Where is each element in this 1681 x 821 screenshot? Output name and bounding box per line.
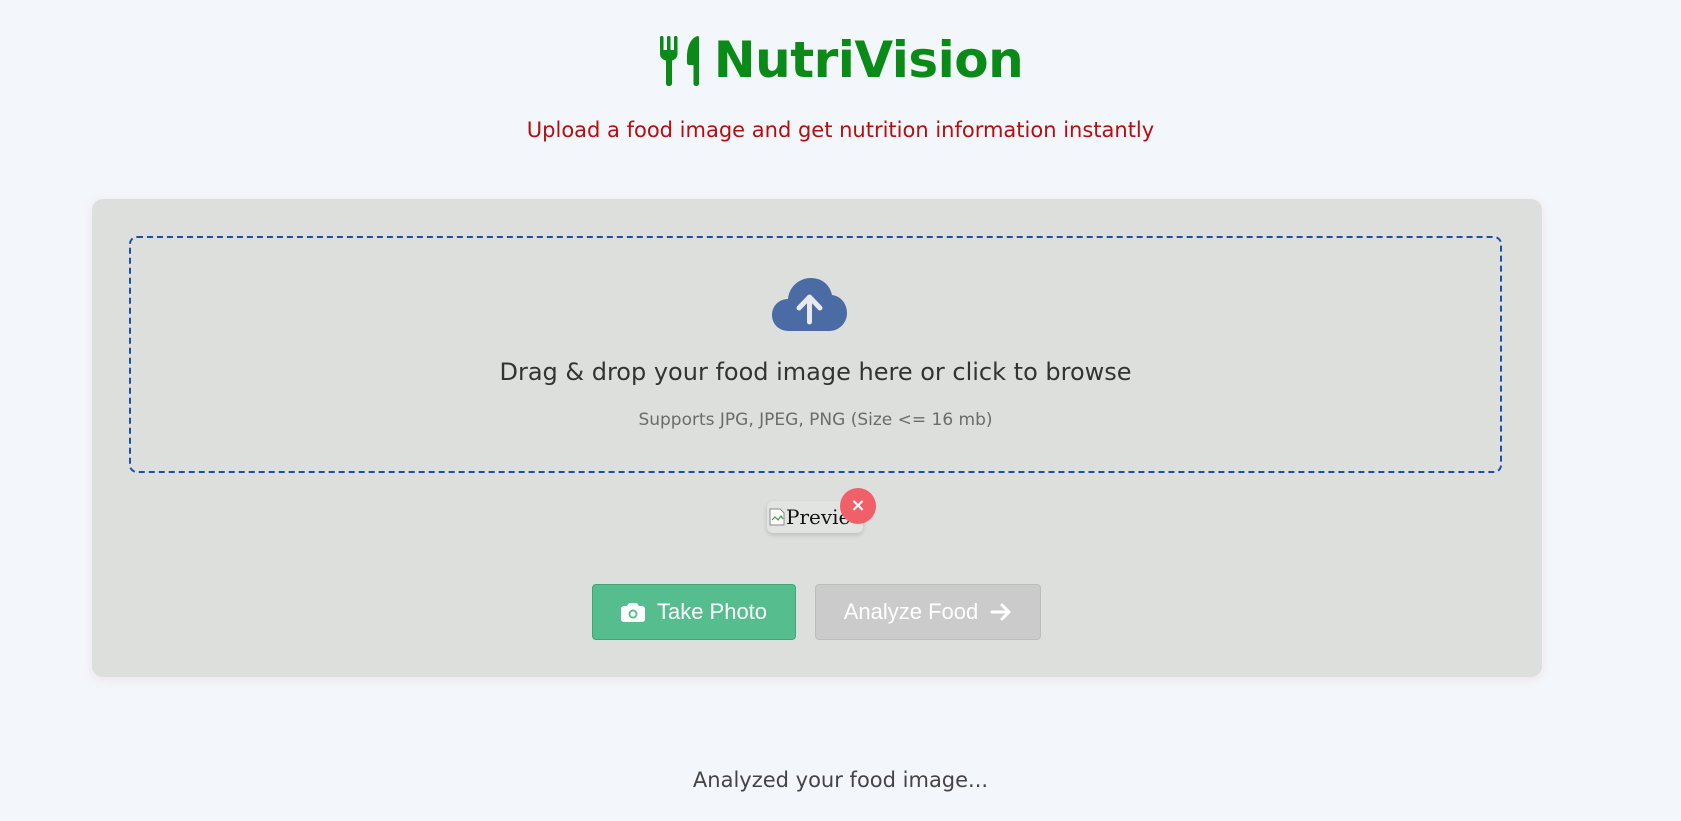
upload-dropzone[interactable]: Drag & drop your food image here or clic… [129, 236, 1502, 473]
analyze-food-button[interactable]: Analyze Food [815, 584, 1041, 640]
camera-icon [620, 603, 645, 622]
cloud-upload-icon [772, 278, 847, 331]
take-photo-label: Take Photo [656, 599, 768, 624]
dropzone-hint: Supports JPG, JPEG, PNG (Size <= 16 mb) [638, 410, 993, 430]
utensils-icon [659, 35, 699, 86]
upload-card: Drag & drop your food image here or clic… [92, 199, 1542, 677]
remove-preview-button[interactable]: × [840, 488, 876, 524]
broken-image-icon [769, 508, 785, 526]
header: NutriVision [0, 26, 1681, 94]
subtitle: Upload a food image and get nutrition in… [526, 118, 1155, 142]
analysis-status: Analyzed your food image... [692, 768, 989, 792]
dropzone-text: Drag & drop your food image here or clic… [499, 358, 1132, 386]
close-icon: × [850, 495, 866, 516]
analyze-food-label: Analyze Food [843, 599, 979, 624]
arrow-right-icon [990, 603, 1011, 621]
brand-name: NutriVision [713, 31, 1024, 89]
take-photo-button[interactable]: Take Photo [592, 584, 796, 640]
logo: NutriVision [658, 26, 1024, 94]
